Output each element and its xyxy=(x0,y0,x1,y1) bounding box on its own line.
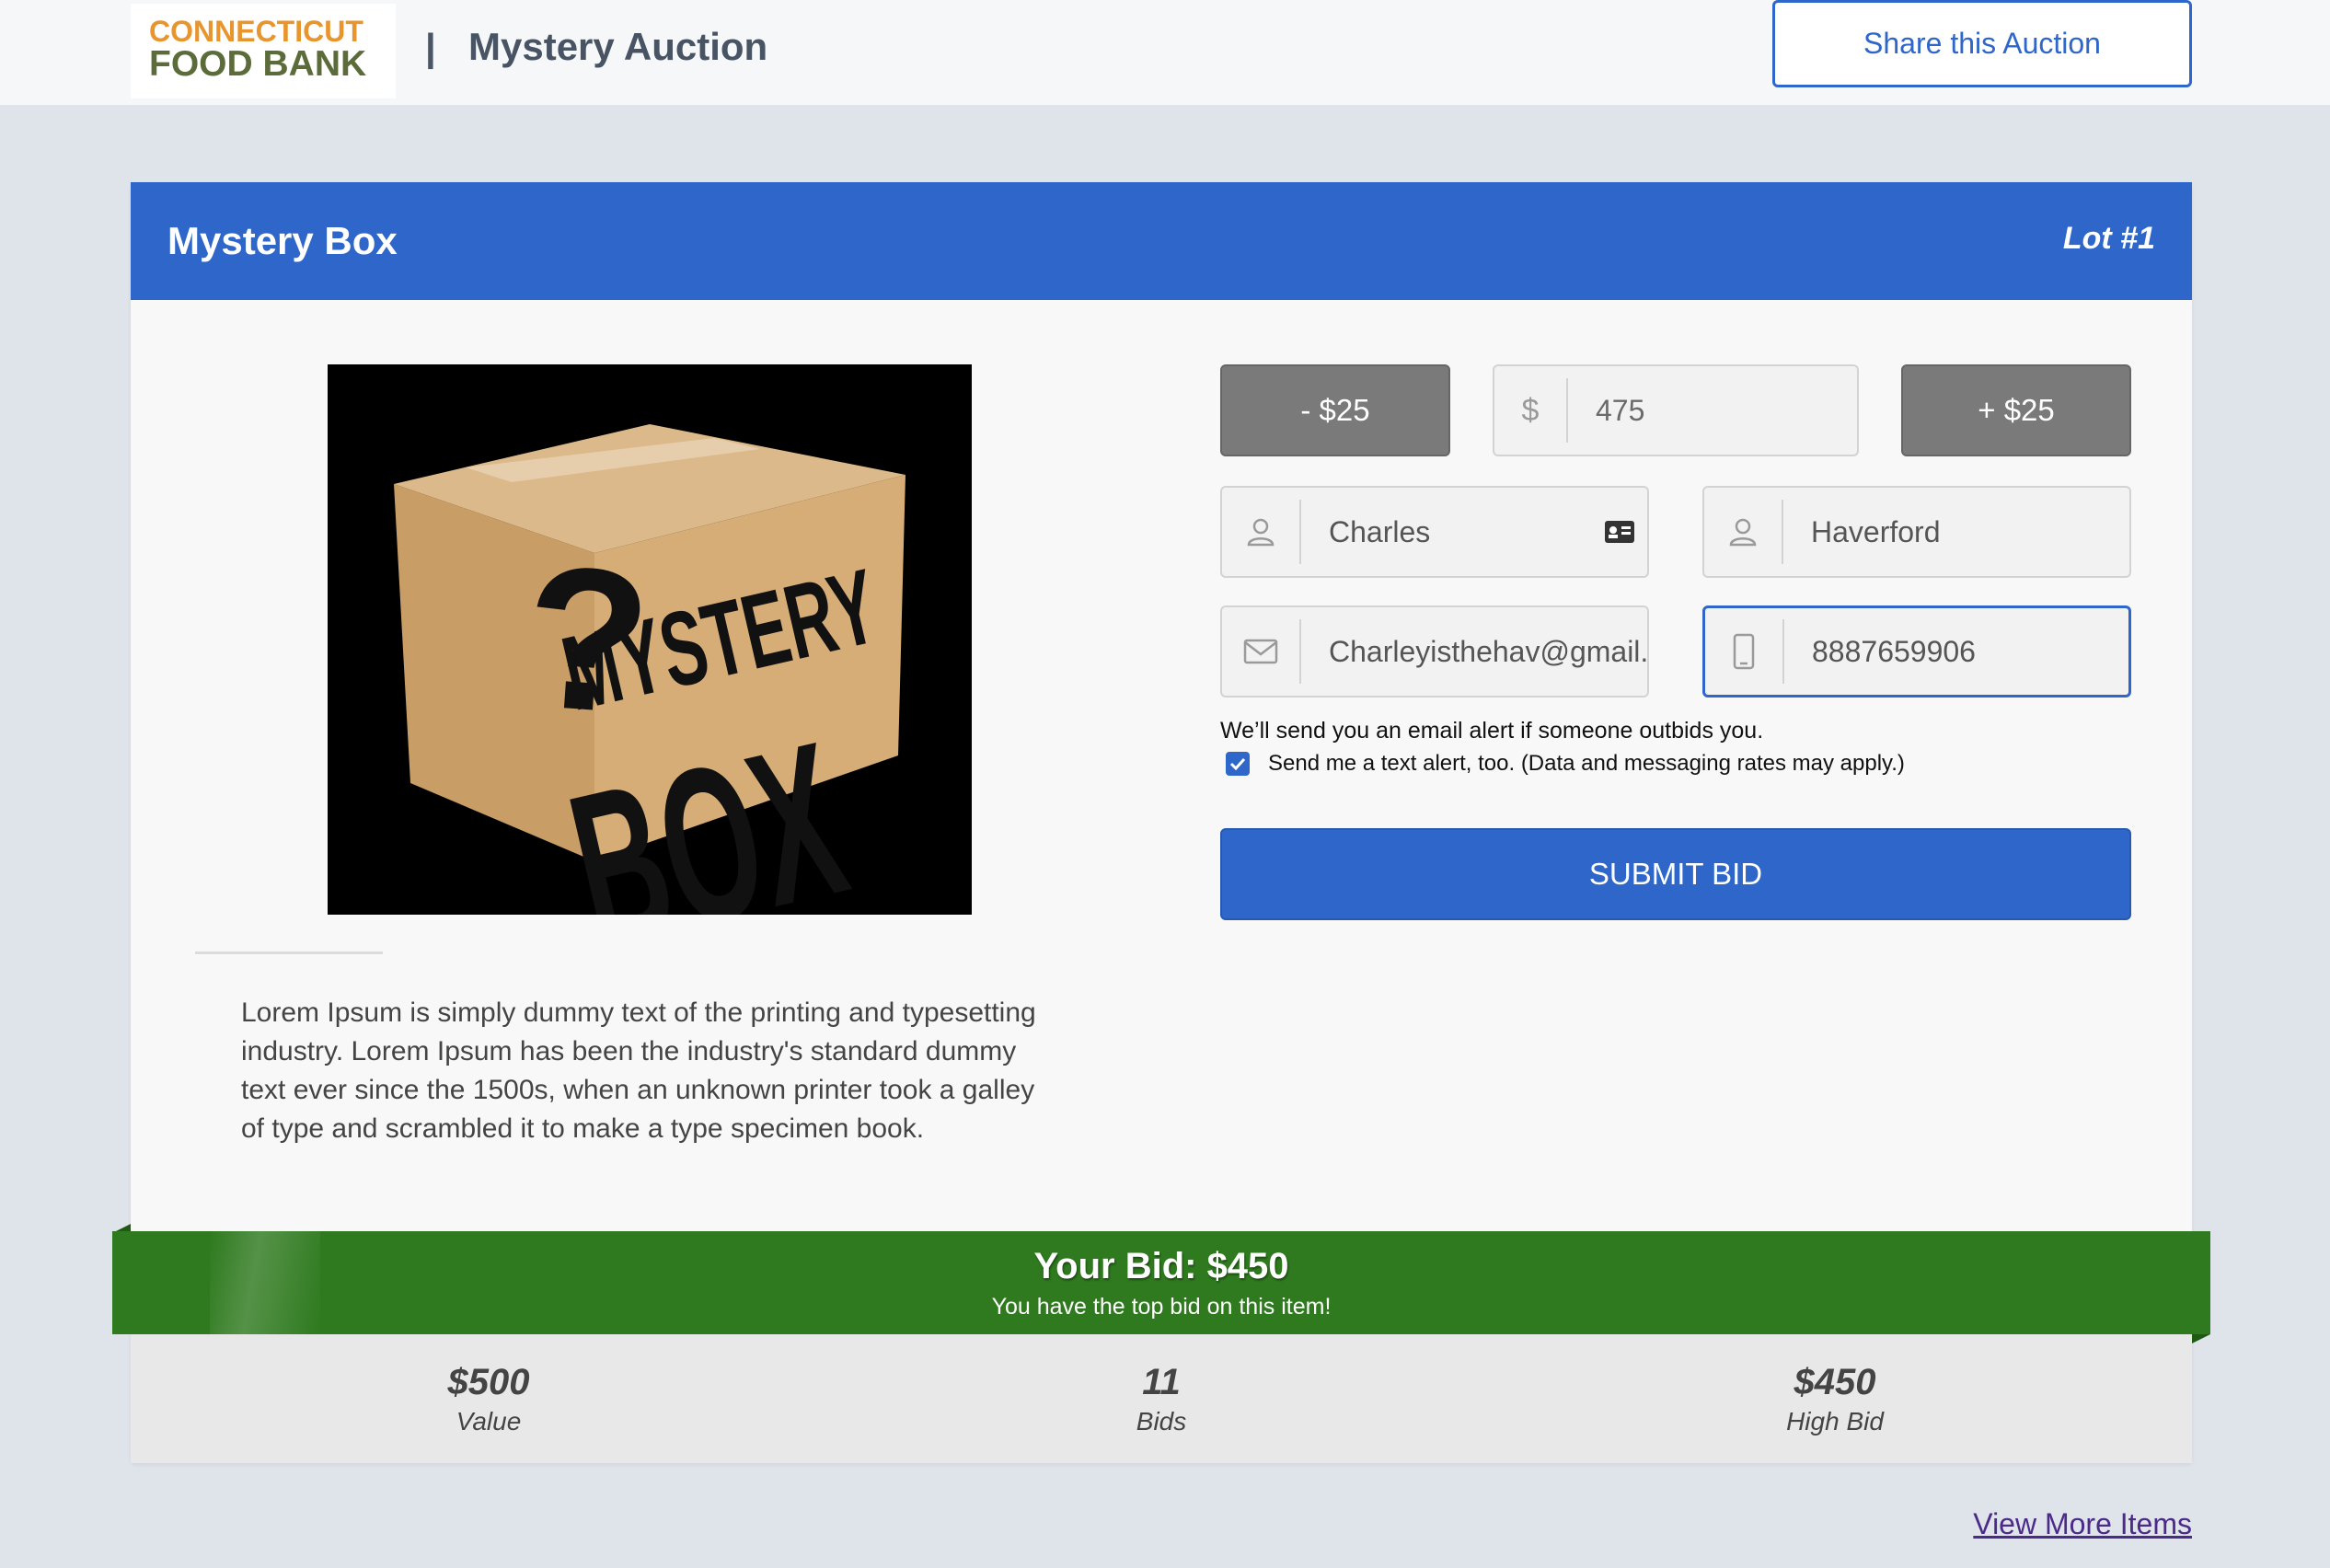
email-field[interactable]: Charleyisthehav@gmail.com xyxy=(1220,605,1649,698)
logo-line-2: FOOD BANK xyxy=(149,44,367,84)
increase-bid-button[interactable]: + $25 xyxy=(1901,364,2131,456)
stat-value-number: $500 xyxy=(447,1362,530,1402)
mystery-box-image: ? MYSTERY BOX xyxy=(328,364,972,994)
bid-amount-value[interactable]: 475 xyxy=(1568,394,1857,428)
first-name-field[interactable]: Charles xyxy=(1220,486,1649,578)
ribbon-fold-right xyxy=(2192,1334,2210,1343)
auction-stats: $500 Value 11 Bids $450 High Bid xyxy=(131,1334,2192,1463)
mobile-phone-icon xyxy=(1705,619,1784,684)
first-name-value[interactable]: Charles xyxy=(1301,515,1592,549)
text-alert-label[interactable]: Send me a text alert, too. (Data and mes… xyxy=(1268,751,1905,777)
top-bid-message: You have the top bid on this item! xyxy=(991,1294,1332,1320)
email-value[interactable]: Charleyisthehav@gmail.com xyxy=(1301,635,1647,669)
phone-field[interactable]: 8887659906 xyxy=(1702,605,2131,698)
your-bid-amount: Your Bid: $450 xyxy=(1033,1246,1289,1286)
food-bank-logo[interactable]: CONNECTICUT FOOD BANK xyxy=(131,4,396,98)
submit-bid-button[interactable]: SUBMIT BID xyxy=(1220,828,2131,920)
stat-value: $500 Value xyxy=(305,1362,673,1436)
stat-bids: 11 Bids xyxy=(977,1362,1345,1436)
last-name-field[interactable]: Haverford xyxy=(1702,486,2131,578)
mystery-box-illustration: ? MYSTERY BOX xyxy=(328,364,972,994)
auction-title: Mystery Auction xyxy=(468,25,768,68)
description-divider xyxy=(195,951,383,954)
share-auction-button[interactable]: Share this Auction xyxy=(1772,0,2192,87)
item-header: Mystery Box Lot #1 xyxy=(131,182,2192,300)
text-alert-checkbox[interactable] xyxy=(1226,752,1250,776)
person-icon xyxy=(1222,500,1301,564)
decrease-bid-button[interactable]: - $25 xyxy=(1220,364,1450,456)
email-alert-note: We’ll send you an email alert if someone… xyxy=(1220,718,1764,744)
person-icon xyxy=(1704,500,1783,564)
title-separator: | xyxy=(425,26,436,69)
last-name-value[interactable]: Haverford xyxy=(1783,515,2129,549)
stat-bids-number: 11 xyxy=(1142,1362,1181,1402)
stat-bids-label: Bids xyxy=(1136,1407,1187,1435)
bid-amount-field[interactable]: $ 475 xyxy=(1493,364,1859,456)
logo-line-1: CONNECTICUT xyxy=(149,15,363,48)
item-description: Lorem Ipsum is simply dummy text of the … xyxy=(241,997,1036,1144)
item-title: Mystery Box xyxy=(167,219,398,262)
lot-number: Lot #1 xyxy=(2062,221,2155,256)
phone-value[interactable]: 8887659906 xyxy=(1784,635,2128,669)
stat-value-label: Value xyxy=(456,1407,522,1435)
stat-high-bid-number: $450 xyxy=(1794,1362,1876,1402)
dollar-icon: $ xyxy=(1494,378,1568,443)
stat-high-bid: $450 High Bid xyxy=(1651,1362,2019,1436)
envelope-icon xyxy=(1222,619,1301,684)
text-alert-option[interactable]: Send me a text alert, too. (Data and mes… xyxy=(1226,751,1905,777)
contact-card-icon[interactable] xyxy=(1592,520,1647,544)
stat-high-bid-label: High Bid xyxy=(1786,1407,1884,1435)
top-bar: CONNECTICUT FOOD BANK | Mystery Auction … xyxy=(0,0,2330,107)
view-more-items-link[interactable]: View More Items xyxy=(1973,1507,2192,1541)
